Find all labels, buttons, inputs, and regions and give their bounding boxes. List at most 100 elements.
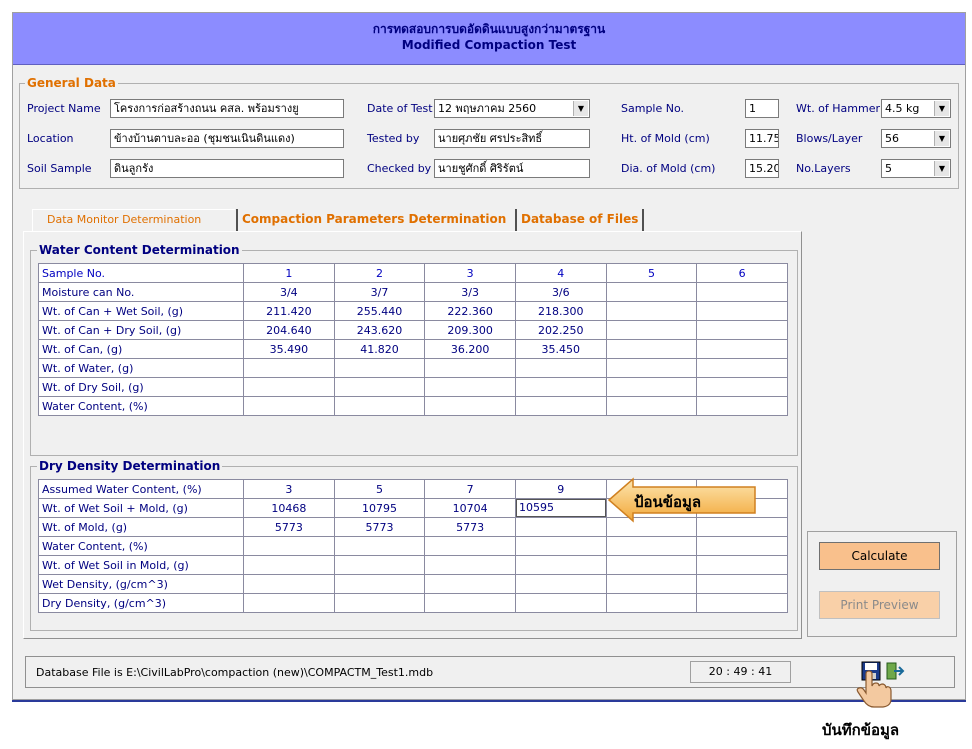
table-cell[interactable]: 35.490 [243, 339, 335, 359]
table-cell[interactable] [605, 320, 698, 340]
chevron-down-icon[interactable]: ▼ [934, 131, 949, 146]
cell-edit-input[interactable]: 10595 [516, 499, 606, 517]
table-cell[interactable] [696, 593, 788, 613]
table-cell[interactable] [605, 574, 698, 594]
checked-by-field[interactable]: นายชูศักดิ์ ศิริรัตน์ [434, 159, 590, 178]
table-cell[interactable]: 243.620 [333, 320, 426, 340]
table-cell[interactable] [696, 339, 788, 359]
table-cell[interactable] [333, 358, 426, 378]
table-cell[interactable]: 10704 [424, 498, 516, 518]
table-cell[interactable] [243, 574, 335, 594]
table-cell[interactable]: 10795 [333, 498, 426, 518]
table-cell[interactable]: 41.820 [333, 339, 426, 359]
table-cell[interactable] [514, 396, 607, 416]
table-cell[interactable] [696, 396, 788, 416]
table-cell[interactable] [424, 377, 516, 397]
table-cell[interactable] [605, 339, 698, 359]
table-cell[interactable] [605, 536, 698, 556]
table-cell[interactable]: 3/3 [424, 282, 516, 302]
table-cell[interactable] [424, 574, 516, 594]
table-cell[interactable]: 10468 [243, 498, 335, 518]
ht-of-mold-field[interactable]: 11.75 [745, 129, 779, 148]
table-cell[interactable] [243, 555, 335, 575]
table-cell[interactable]: 3/4 [243, 282, 335, 302]
table-cell[interactable] [514, 555, 607, 575]
soil-sample-field[interactable]: ดินลูกรัง [110, 159, 344, 178]
table-cell[interactable]: 3/7 [333, 282, 426, 302]
table-cell[interactable]: 5773 [243, 517, 335, 537]
table-cell[interactable] [696, 377, 788, 397]
table-cell[interactable] [696, 320, 788, 340]
table-cell[interactable] [424, 555, 516, 575]
table-cell[interactable] [333, 555, 426, 575]
table-cell[interactable] [696, 574, 788, 594]
chevron-down-icon[interactable]: ▼ [573, 101, 588, 116]
table-cell[interactable] [605, 301, 698, 321]
no-layers-select[interactable]: 5 ▼ [881, 159, 951, 178]
table-cell[interactable] [696, 358, 788, 378]
table-cell[interactable] [605, 396, 698, 416]
blows-per-layer-select[interactable]: 56 ▼ [881, 129, 951, 148]
table-cell[interactable] [696, 555, 788, 575]
table-cell[interactable] [514, 517, 607, 537]
table-cell[interactable] [514, 593, 607, 613]
chevron-down-icon[interactable]: ▼ [934, 161, 949, 176]
calculate-button[interactable]: Calculate [819, 542, 940, 570]
tab-data-monitor[interactable]: Data Monitor Determination [32, 209, 235, 232]
table-cell[interactable]: 209.300 [424, 320, 516, 340]
table-cell[interactable] [514, 358, 607, 378]
table-cell[interactable] [696, 301, 788, 321]
table-cell[interactable]: 36.200 [424, 339, 516, 359]
table-cell[interactable] [514, 536, 607, 556]
table-cell[interactable] [514, 377, 607, 397]
table-cell[interactable] [696, 282, 788, 302]
table-cell[interactable] [243, 377, 335, 397]
table-cell[interactable]: 5 [333, 479, 426, 499]
table-cell[interactable] [424, 396, 516, 416]
table-cell[interactable] [424, 593, 516, 613]
table-cell[interactable]: 3/6 [514, 282, 607, 302]
table-cell[interactable]: 35.450 [514, 339, 607, 359]
table-cell[interactable] [243, 536, 335, 556]
table-cell[interactable]: 202.250 [514, 320, 607, 340]
table-cell[interactable]: 218.300 [514, 301, 607, 321]
table-cell[interactable]: 5773 [333, 517, 426, 537]
location-field[interactable]: ข้างบ้านตาบละออ (ชุมชนเนินดินแดง) [110, 129, 344, 148]
table-cell[interactable]: 222.360 [424, 301, 516, 321]
table-cell[interactable]: 204.640 [243, 320, 335, 340]
table-cell[interactable]: 5773 [424, 517, 516, 537]
table-cell[interactable] [333, 574, 426, 594]
table-cell[interactable] [605, 377, 698, 397]
table-cell[interactable] [333, 593, 426, 613]
table-cell[interactable] [605, 593, 698, 613]
table-cell[interactable] [243, 593, 335, 613]
table-cell[interactable] [333, 377, 426, 397]
tab-database-of-files[interactable]: Database of Files [515, 209, 645, 231]
table-cell[interactable]: 255.440 [333, 301, 426, 321]
chevron-down-icon[interactable]: ▼ [934, 101, 949, 116]
table-cell[interactable] [605, 358, 698, 378]
table-cell[interactable]: 7 [424, 479, 516, 499]
table-cell[interactable]: 3 [243, 479, 335, 499]
table-cell-editing[interactable]: 10595 [514, 498, 607, 518]
table-cell[interactable] [243, 358, 335, 378]
sample-no-field[interactable]: 1 [745, 99, 779, 118]
project-name-field[interactable]: โครงการก่อสร้างถนน คสล. พร้อมรางยู [110, 99, 344, 118]
table-cell[interactable] [514, 574, 607, 594]
print-preview-button[interactable]: Print Preview [819, 591, 940, 619]
table-cell[interactable] [696, 536, 788, 556]
table-cell[interactable] [424, 536, 516, 556]
table-cell[interactable] [424, 358, 516, 378]
table-cell[interactable] [333, 536, 426, 556]
wt-of-hammer-select[interactable]: 4.5 kg ▼ [881, 99, 951, 118]
dia-of-mold-field[interactable]: 15.20 [745, 159, 779, 178]
table-cell[interactable] [605, 555, 698, 575]
table-cell[interactable]: 9 [514, 479, 607, 499]
table-cell[interactable] [243, 396, 335, 416]
table-cell[interactable]: 211.420 [243, 301, 335, 321]
table-cell[interactable] [605, 282, 698, 302]
tested-by-field[interactable]: นายศุภชัย ศรประสิทธิ์ [434, 129, 590, 148]
date-of-test-select[interactable]: 12 พฤษภาคม 2560 ▼ [434, 99, 590, 118]
table-cell[interactable] [333, 396, 426, 416]
tab-compaction-parameters[interactable]: Compaction Parameters Determination [236, 209, 506, 231]
